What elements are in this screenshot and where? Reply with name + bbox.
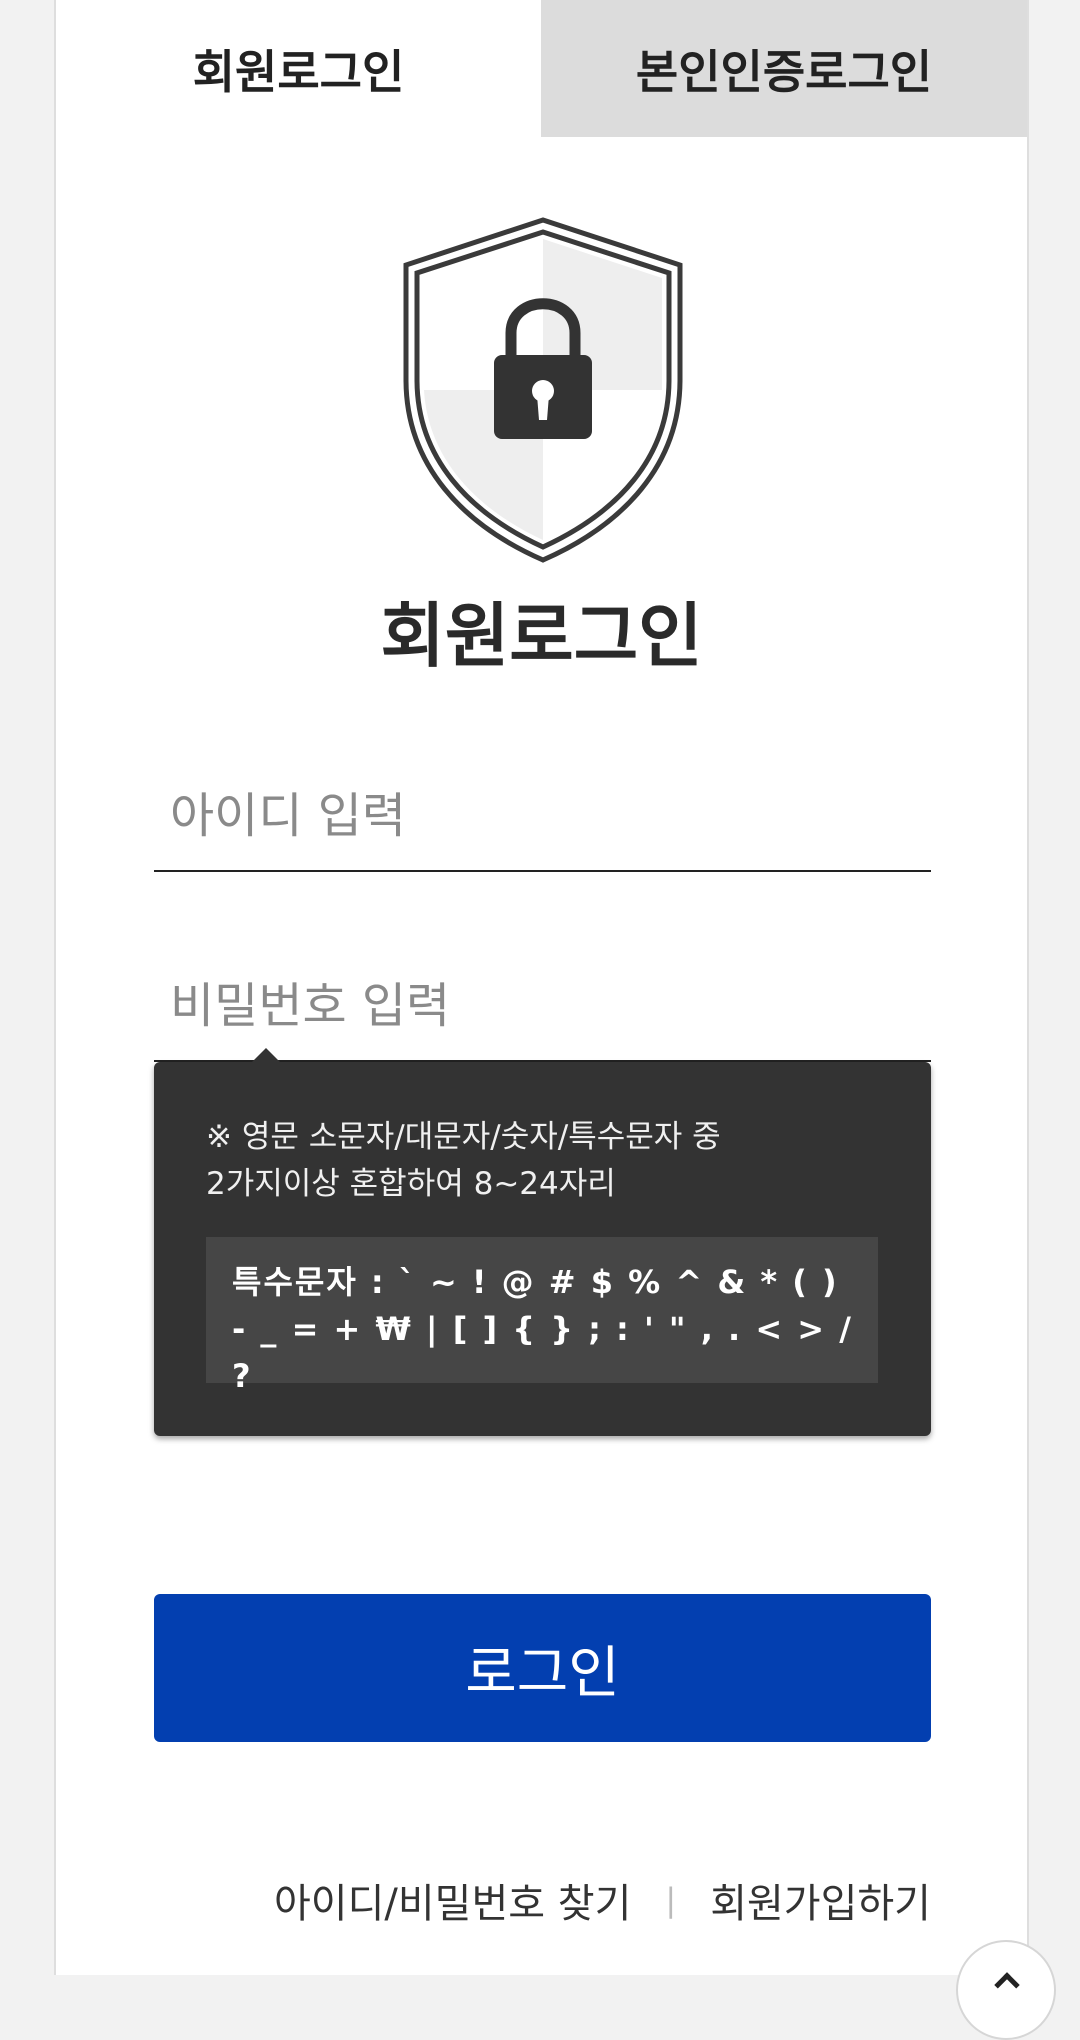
page-title: 회원로그인: [380, 595, 703, 677]
shield-lock-icon: [403, 217, 683, 563]
account-links: 아이디/비밀번호 찾기 | 회원가입하기: [274, 1875, 931, 1927]
login-button[interactable]: 로그인: [154, 1594, 931, 1742]
tooltip-arrow: [252, 1048, 280, 1062]
password-input[interactable]: [154, 922, 931, 1062]
link-separator: |: [665, 1881, 677, 1919]
password-rule-text: ※ 영문 소문자/대문자/숫자/특수문자 중 2가지이상 혼합하여 8~24자리: [206, 1114, 886, 1208]
special-chars-text: 특수문자 : ` ~ ! @ # $ % ^ & * ( ) - _ = + ₩…: [232, 1263, 853, 1395]
tab-identity-login[interactable]: 본인인증로그인: [541, 0, 1027, 137]
special-chars-box: 특수문자 : ` ~ ! @ # $ % ^ & * ( ) - _ = + ₩…: [206, 1237, 878, 1395]
password-rule-tooltip: ※ 영문 소문자/대문자/숫자/특수문자 중 2가지이상 혼합하여 8~24자리…: [154, 1048, 931, 1436]
id-input[interactable]: [154, 732, 931, 872]
scroll-top-button[interactable]: [956, 1940, 1056, 2040]
password-rule-line1: ※ 영문 소문자/대문자/숫자/특수문자 중: [206, 1119, 721, 1155]
login-card: 회원로그인 본인인증로그인 회원로그인 ※ 영문 소문자/대문자/숫자/특수문자…: [54, 0, 1029, 1975]
signup-link[interactable]: 회원가입하기: [710, 1871, 931, 1929]
password-rule-line2: 2가지이상 혼합하여 8~24자리: [206, 1166, 616, 1202]
chevron-up-icon: [994, 1972, 1020, 1998]
login-tabs: 회원로그인 본인인증로그인: [56, 0, 1027, 137]
find-account-link[interactable]: 아이디/비밀번호 찾기: [274, 1871, 631, 1929]
tab-member-login[interactable]: 회원로그인: [56, 0, 541, 137]
